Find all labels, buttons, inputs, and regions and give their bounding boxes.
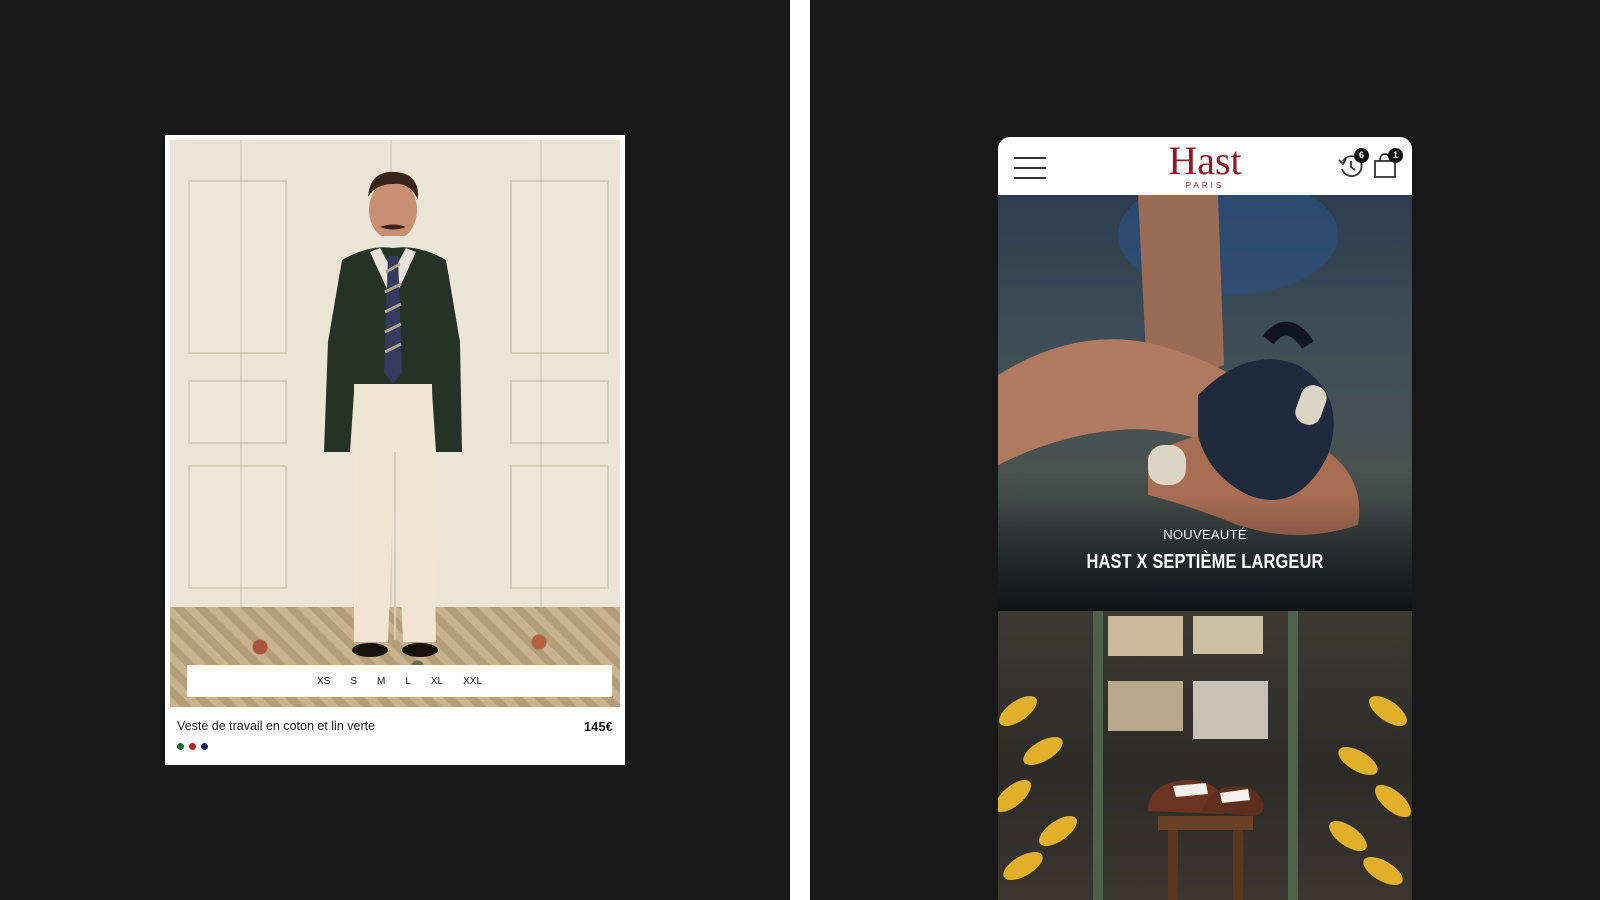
size-option-xs[interactable]: XS [313,674,334,689]
bag-count-badge: 1 [1388,148,1403,163]
center-divider [790,0,810,900]
mobile-site: Hast PARIS 6 1 NOUVEAUTÉ HAST X SEPTIÈME… [998,137,1412,900]
hero-banner[interactable]: NOUVEAUTÉ HAST X SEPTIÈME LARGEUR [998,195,1412,611]
color-swatches [177,743,208,750]
swatch-green[interactable] [177,743,184,750]
hands-shaping-leather-photo [998,195,1412,611]
loafer-on-stool-workshop-photo [998,611,1412,900]
workshop-banner[interactable] [998,611,1412,900]
size-option-m[interactable]: M [373,674,389,689]
size-option-l[interactable]: L [401,674,415,689]
mobile-header: Hast PARIS 6 1 [998,137,1412,195]
man-figure [324,171,462,657]
brand-logo-subtitle: PARIS [1185,181,1225,190]
product-card[interactable]: XS S M L XL XXL Veste de travail en coto… [165,135,625,765]
size-option-s[interactable]: S [346,674,361,689]
product-price: 145€ [583,720,613,734]
hero-kicker: NOUVEAUTÉ [1163,527,1247,542]
hero-title[interactable]: HAST X SEPTIÈME LARGEUR [1035,551,1374,574]
size-selector: XS S M L XL XXL [187,665,612,697]
product-photo[interactable]: XS S M L XL XXL [170,140,620,707]
product-name[interactable]: Veste de travail en coton et lin verte [177,719,375,733]
shopping-bag-icon[interactable]: 1 [1370,148,1403,181]
size-option-xxl[interactable]: XXL [459,674,486,689]
size-option-xl[interactable]: XL [427,674,447,689]
swatch-red[interactable] [189,743,196,750]
swatch-navy[interactable] [201,743,208,750]
history-icon[interactable]: 6 [1336,148,1369,181]
history-count-badge: 6 [1354,148,1369,163]
